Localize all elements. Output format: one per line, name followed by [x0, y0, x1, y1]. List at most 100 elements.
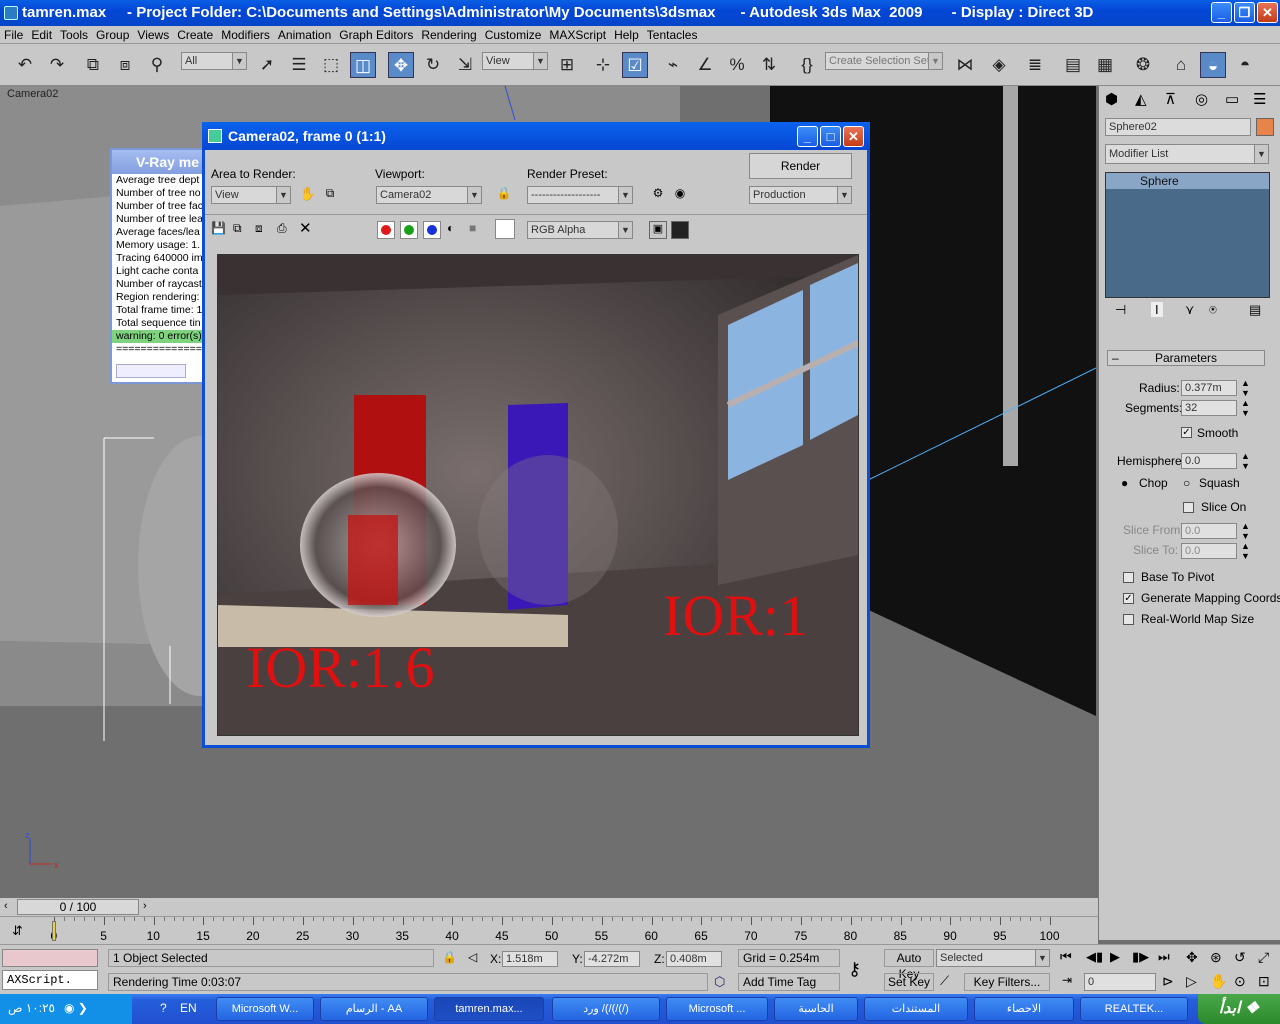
- auto-region-icon[interactable]: ⧉: [321, 186, 339, 204]
- taskbar-item[interactable]: الحاسبة: [774, 997, 858, 1021]
- spinner-snap-icon[interactable]: ⇅: [756, 52, 782, 78]
- toggle-ui-overlay-icon[interactable]: ▣: [649, 221, 667, 239]
- create-tab-icon[interactable]: ⬢: [1105, 90, 1118, 108]
- slice-to-spinner-icon[interactable]: ▲ ▼: [1241, 541, 1250, 561]
- taskbar-item[interactable]: المستندات: [864, 997, 968, 1021]
- manipulate-icon[interactable]: ⊹: [590, 52, 616, 78]
- display-tab-icon[interactable]: ▭: [1225, 90, 1239, 108]
- roll-icon[interactable]: ↺: [1234, 949, 1246, 966]
- angle-snap-icon[interactable]: ∠: [692, 52, 718, 78]
- add-time-tag[interactable]: Add Time Tag: [738, 973, 840, 991]
- save-image-icon[interactable]: 💾: [211, 221, 227, 237]
- unlink-icon[interactable]: ⧈: [112, 52, 138, 78]
- select-move-icon[interactable]: ✥: [388, 52, 414, 78]
- percent-snap-icon[interactable]: %: [724, 52, 750, 78]
- bind-spacewarp-icon[interactable]: ⚲: [144, 52, 170, 78]
- production-dropdown[interactable]: Production ▼: [749, 186, 852, 204]
- named-selection-dropdown[interactable]: Create Selection Set ▼: [825, 52, 943, 70]
- time-slider[interactable]: ‹ 0 / 100 ›: [0, 898, 1098, 916]
- play-icon[interactable]: ▶: [1110, 949, 1120, 965]
- clock[interactable]: ١٠:٢٥ ص: [8, 1001, 55, 1015]
- previous-frame-icon[interactable]: ◀▮: [1086, 949, 1103, 965]
- track-bar-icon[interactable]: ⇵: [12, 923, 23, 939]
- select-scale-icon[interactable]: ⇲: [452, 52, 478, 78]
- menu-help[interactable]: Help: [610, 26, 643, 44]
- blue-channel-toggle[interactable]: [423, 221, 441, 239]
- orbit-icon[interactable]: ⊛: [1210, 949, 1222, 966]
- clear-icon[interactable]: ✕: [299, 219, 315, 237]
- vray-scrollbar[interactable]: [116, 364, 186, 378]
- field-of-view-icon[interactable]: ⊳: [1162, 973, 1174, 990]
- minimize-button[interactable]: _: [1211, 2, 1232, 23]
- key-mode-dropdown[interactable]: Selected ▼: [936, 949, 1050, 967]
- set-key-button[interactable]: Set Key: [884, 973, 934, 991]
- y-coordinate-field[interactable]: -4.272m: [584, 951, 640, 967]
- squash-radio[interactable]: ○: [1183, 476, 1190, 490]
- slice-from-field[interactable]: 0.0: [1181, 523, 1237, 539]
- print-image-icon[interactable]: ⎙: [277, 221, 293, 237]
- go-to-end-icon[interactable]: ⏭: [1158, 949, 1170, 965]
- viewport-dropdown[interactable]: Camera02 ▼: [376, 186, 482, 204]
- window-crossing-icon[interactable]: ◫: [350, 52, 376, 78]
- configure-sets-icon[interactable]: ▤: [1249, 302, 1261, 318]
- motion-tab-icon[interactable]: ◎: [1195, 90, 1208, 108]
- hemisphere-spinner-icon[interactable]: ▲ ▼: [1241, 451, 1250, 471]
- copy-image-icon[interactable]: ⧉: [233, 221, 249, 237]
- transform-mode-icon[interactable]: ◁: [468, 950, 477, 964]
- maxscript-listener-top[interactable]: [2, 949, 98, 967]
- lock-icon[interactable]: 🔒: [495, 186, 513, 204]
- parameters-rollout-header[interactable]: – Parameters: [1107, 350, 1265, 366]
- render-setup-icon[interactable]: ⌂: [1168, 52, 1194, 78]
- menu-group[interactable]: Group: [92, 26, 133, 44]
- layer-manager-icon[interactable]: ≣: [1022, 52, 1048, 78]
- select-rotate-icon[interactable]: ↻: [420, 52, 446, 78]
- taskbar-item[interactable]: الرسام - AA: [320, 997, 428, 1021]
- time-slider-thumb[interactable]: 0 / 100: [17, 899, 139, 915]
- default-tangent-icon[interactable]: ⟋: [940, 973, 949, 989]
- radius-spinner-icon[interactable]: ▲ ▼: [1241, 378, 1250, 398]
- alpha-channel-icon[interactable]: ◐: [447, 221, 463, 237]
- truck-icon[interactable]: ✋: [1210, 973, 1227, 990]
- make-unique-icon[interactable]: ⋎: [1185, 302, 1195, 318]
- menu-rendering[interactable]: Rendering: [417, 26, 480, 44]
- toggle-max-icon[interactable]: ⊡: [1258, 973, 1270, 990]
- menu-edit[interactable]: Edit: [27, 26, 56, 44]
- x-coordinate-field[interactable]: 1.518m: [502, 951, 558, 967]
- taskbar-item[interactable]: ورد /(/(/(/): [552, 997, 660, 1021]
- maximize-button[interactable]: ❐: [1234, 2, 1255, 23]
- time-tag-icon[interactable]: ⬡: [714, 974, 725, 990]
- real-world-checkbox[interactable]: [1123, 614, 1134, 625]
- close-button[interactable]: ✕: [1257, 2, 1278, 23]
- key-mode-toggle-icon[interactable]: ⇥: [1062, 973, 1072, 987]
- refcoord-dropdown[interactable]: View ▼: [482, 52, 548, 70]
- taskbar-item[interactable]: tamren.max...: [434, 997, 544, 1021]
- green-channel-toggle[interactable]: [400, 221, 418, 239]
- menu-file[interactable]: File: [0, 26, 27, 44]
- z-coordinate-field[interactable]: 0.408m: [666, 951, 722, 967]
- vray-messages-window[interactable]: V-Ray me Average tree dept Number of tree…: [110, 148, 210, 384]
- object-color-swatch[interactable]: [1256, 118, 1274, 136]
- render-setup-small-icon[interactable]: ◉: [671, 186, 689, 204]
- key-filters-button[interactable]: Key Filters...: [964, 973, 1050, 991]
- redo-icon[interactable]: ↷: [44, 52, 70, 78]
- render-preset-dropdown[interactable]: ------------------- ▼: [527, 186, 633, 204]
- render-close-button[interactable]: ✕: [843, 126, 864, 147]
- selection-filter-dropdown[interactable]: All ▼: [181, 52, 247, 70]
- taskbar-item[interactable]: Microsoft ...: [666, 997, 768, 1021]
- object-name-field[interactable]: Sphere02: [1105, 118, 1251, 136]
- snap-3d-icon[interactable]: ⌁: [660, 52, 686, 78]
- show-end-result-icon[interactable]: I: [1151, 302, 1163, 317]
- align-icon[interactable]: ◈: [986, 52, 1012, 78]
- maxscript-listener[interactable]: AXScript.: [2, 970, 98, 990]
- current-frame-field[interactable]: 0: [1084, 973, 1156, 991]
- color-swatch[interactable]: [495, 219, 515, 239]
- quick-render-icon[interactable]: ◓: [1232, 52, 1258, 78]
- material-editor-icon[interactable]: ❂: [1130, 52, 1156, 78]
- language-indicator[interactable]: EN: [180, 1001, 197, 1015]
- start-button[interactable]: ابدأ ❖: [1198, 994, 1280, 1024]
- menu-customize[interactable]: Customize: [481, 26, 546, 44]
- modify-tab-icon[interactable]: ◭: [1135, 90, 1147, 108]
- stack-item-sphere[interactable]: Sphere: [1106, 173, 1269, 189]
- lock-selection-icon[interactable]: 🔒: [442, 950, 457, 964]
- taskbar-item[interactable]: REALTEK...: [1080, 997, 1188, 1021]
